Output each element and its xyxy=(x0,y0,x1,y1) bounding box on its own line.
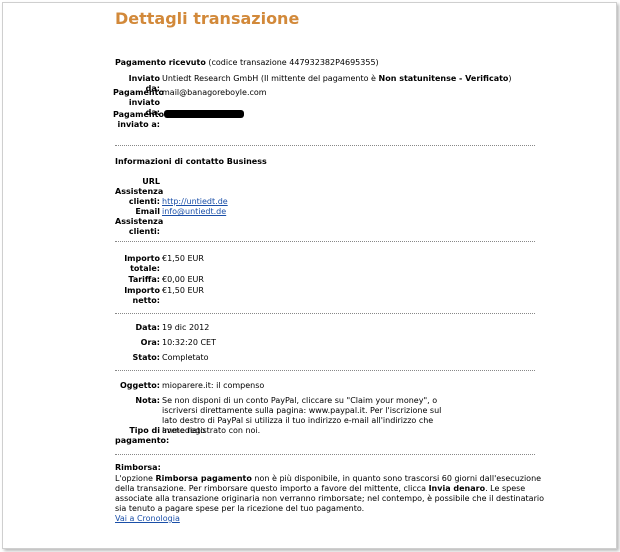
total-amount-label: Importo totale: xyxy=(124,254,160,273)
subject-value: mioparere.it: il compenso xyxy=(162,381,265,390)
status-label: Stato: xyxy=(132,353,160,362)
sender-email: mail@banagoreboyle.com xyxy=(162,88,267,97)
refund-heading: Rimborsa: xyxy=(115,463,161,472)
sent-to-close: ) xyxy=(508,74,512,83)
sent-to-text: Untiedt Research GmbH (Il mittente del p… xyxy=(162,74,379,83)
transaction-code: (codice transazione 447932382P4695355) xyxy=(208,58,379,67)
support-email-label: Email Assistenza clienti: xyxy=(115,207,164,236)
net-amount-label: Importo netto: xyxy=(124,286,160,305)
net-amount-value: €1,50 EUR xyxy=(162,286,204,295)
date-label: Data: xyxy=(135,323,160,332)
sender-status: Non statunitense - Verificato xyxy=(378,74,509,83)
redacted-recipient xyxy=(164,110,244,118)
payment-header: Pagamento ricevuto (codice transazione 4… xyxy=(115,58,379,68)
divider xyxy=(115,370,535,371)
divider xyxy=(115,145,535,146)
business-heading: Informazioni di contatto Business xyxy=(115,157,267,166)
refund-text-1: L'opzione xyxy=(115,474,156,483)
payment-heading: Pagamento ricevuto xyxy=(115,58,206,67)
note-label: Nota: xyxy=(135,396,160,405)
status-value: Completato xyxy=(162,353,209,362)
total-amount-value: €1,50 EUR xyxy=(162,254,204,263)
payment-type-value: Immediato xyxy=(162,426,206,435)
send-money-text: Invia denaro xyxy=(428,484,486,493)
support-url-link[interactable]: http://untiedt.de xyxy=(162,197,228,207)
recipient-payment-label: Pagamento inviato a: xyxy=(113,110,164,129)
refund-option-name: Rimborsa pagamento xyxy=(155,474,252,483)
history-link[interactable]: Vai a Cronologia xyxy=(115,514,180,524)
support-email-link[interactable]: info@untiedt.de xyxy=(162,207,226,217)
time-label: Ora: xyxy=(140,338,160,347)
refund-text: L'opzione Rimborsa pagamento non è più d… xyxy=(115,474,545,514)
subject-label: Oggetto: xyxy=(119,381,160,390)
fee-value: €0,00 EUR xyxy=(162,275,204,284)
fee-label: Tariffa: xyxy=(128,275,160,284)
divider xyxy=(115,313,535,314)
transaction-details-window xyxy=(2,2,617,549)
time-value: 10:32:20 CET xyxy=(162,338,216,347)
sent-to-value: Untiedt Research GmbH (Il mittente del p… xyxy=(162,74,512,84)
page-title: Dettagli transazione xyxy=(115,9,300,28)
note-value: Se non disponi di un conto PayPal, clicc… xyxy=(162,396,442,435)
payment-type-label: Tipo di pagamento: xyxy=(115,426,170,445)
divider xyxy=(115,241,535,242)
date-value: 19 dic 2012 xyxy=(162,323,210,332)
support-url-label: URL Assistenza clienti: xyxy=(115,177,164,206)
divider xyxy=(115,454,535,455)
